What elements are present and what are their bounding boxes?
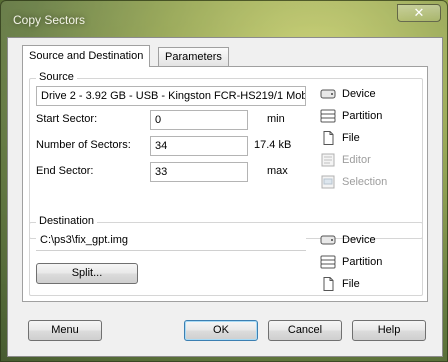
number-of-sectors-input[interactable]: 34 (150, 136, 248, 156)
start-sector-input[interactable]: 0 (150, 110, 248, 130)
ok-button[interactable]: OK (184, 320, 258, 341)
partition-icon (320, 109, 336, 123)
selection-icon (320, 175, 336, 189)
title-bar[interactable]: Copy Sectors ✕ (1, 1, 447, 37)
number-of-sectors-size: 17.4 kB (254, 139, 292, 151)
tab-panel-source-and-destination: Source Drive 2 - 3.92 GB - USB - Kingsto… (22, 66, 428, 302)
source-option-selection[interactable]: Selection (320, 173, 387, 191)
source-option-file-label: File (342, 132, 360, 144)
source-option-device-label: Device (342, 88, 376, 100)
end-sector-input[interactable]: 33 (150, 162, 248, 182)
source-option-partition[interactable]: Partition (320, 107, 382, 125)
destination-option-partition[interactable]: Partition (320, 253, 382, 271)
cancel-button[interactable]: Cancel (268, 320, 342, 341)
file-icon (320, 131, 336, 145)
destination-option-file-label: File (342, 278, 360, 290)
source-option-partition-label: Partition (342, 110, 383, 122)
tab-source-and-destination[interactable]: Source and Destination (22, 45, 151, 67)
end-sector-label: End Sector: (36, 165, 94, 177)
destination-group-label: Destination (36, 215, 98, 227)
editor-icon (320, 153, 336, 167)
number-of-sectors-label: Number of Sectors: (36, 139, 131, 151)
menu-button[interactable]: Menu (28, 320, 102, 341)
close-button[interactable]: ✕ (397, 4, 441, 22)
destination-path-input[interactable]: C:\ps3\fix_gpt.img (36, 231, 306, 251)
destination-option-partition-label: Partition (342, 256, 383, 268)
start-sector-unit: min (267, 113, 285, 125)
source-option-device[interactable]: Device (320, 85, 376, 103)
destination-option-device-label: Device (342, 234, 376, 246)
copy-sectors-dialog: Copy Sectors ✕ Source and Destination Pa… (0, 0, 448, 362)
drive-icon (320, 233, 336, 247)
partition-icon (320, 255, 336, 269)
dialog-body: Source and Destination Parameters Source… (7, 37, 443, 357)
source-option-file[interactable]: File (320, 129, 360, 147)
window-title: Copy Sectors (13, 13, 86, 27)
split-button[interactable]: Split... (36, 263, 138, 284)
source-group-label: Source (36, 71, 77, 83)
source-option-editor-label: Editor (342, 154, 371, 166)
close-icon: ✕ (413, 5, 425, 20)
destination-option-device[interactable]: Device (320, 231, 376, 249)
source-option-selection-label: Selection (342, 176, 388, 188)
file-icon (320, 277, 336, 291)
destination-group: Destination C:\ps3\fix_gpt.img Split... … (29, 215, 423, 296)
source-option-editor[interactable]: Editor (320, 151, 371, 169)
drive-icon (320, 87, 336, 101)
source-drive-select[interactable]: Drive 2 - 3.92 GB - USB - Kingston FCR-H… (36, 86, 306, 106)
end-sector-unit: max (267, 165, 288, 177)
help-button[interactable]: Help (352, 320, 426, 341)
destination-option-file[interactable]: File (320, 275, 360, 293)
start-sector-label: Start Sector: (36, 113, 98, 125)
tab-parameters[interactable]: Parameters (158, 47, 229, 66)
